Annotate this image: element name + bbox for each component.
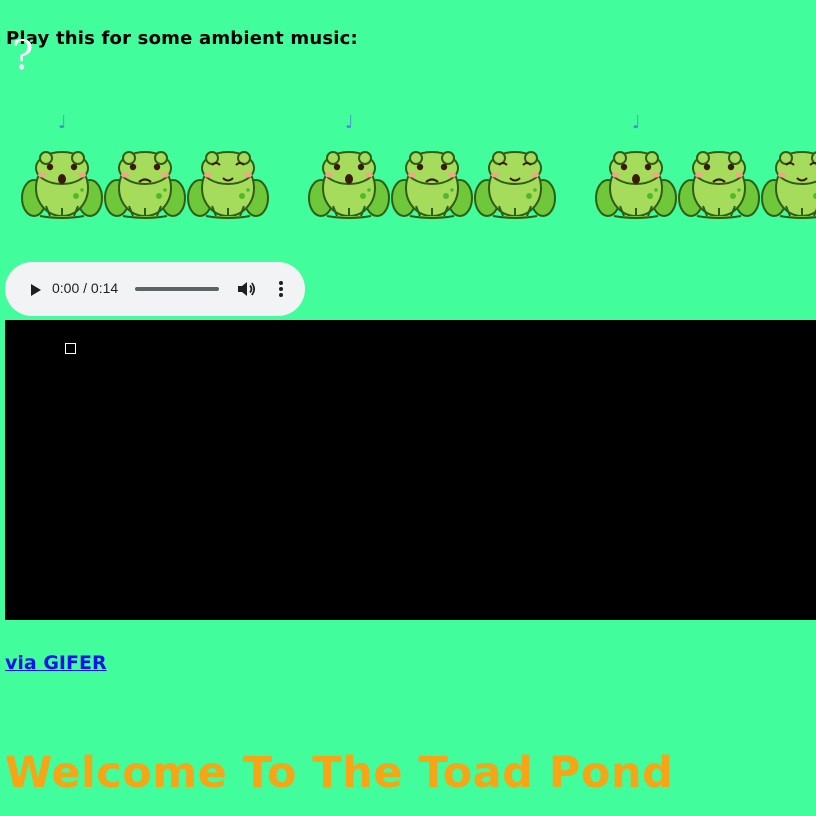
frog-icon (473, 146, 557, 220)
volume-icon[interactable] (235, 278, 257, 300)
frog-icon (20, 146, 104, 220)
gifer-credit-link[interactable]: via GIFER (5, 652, 107, 674)
page: Play this for some ambient music: ? ♩ ♩ … (0, 0, 816, 816)
audio-player[interactable]: 0:00 / 0:14 (5, 262, 305, 316)
video-embed[interactable] (5, 320, 816, 620)
frog-group: ♩ (20, 108, 280, 228)
music-note-icon: ♩ (632, 112, 641, 133)
question-mark-icon: ? (12, 33, 34, 79)
music-note-icon: ♩ (345, 112, 354, 133)
play-icon[interactable] (25, 280, 45, 300)
music-note-icon: ♩ (58, 112, 67, 133)
frog-group: ♩ (307, 108, 567, 228)
time-display: 0:00 / 0:14 (52, 280, 119, 296)
broken-image-icon (65, 343, 76, 354)
frog-icon (186, 146, 270, 220)
frog-icon (677, 146, 761, 220)
frog-group: ♩ (594, 108, 816, 228)
page-heading: Welcome To The Toad Pond (5, 748, 674, 798)
more-options-icon[interactable] (270, 278, 292, 300)
frog-icon (307, 146, 391, 220)
frog-icon (760, 146, 816, 220)
progress-slider[interactable] (135, 287, 219, 291)
intro-text: Play this for some ambient music: (6, 28, 358, 49)
frog-icon (390, 146, 474, 220)
frog-icon (594, 146, 678, 220)
frog-icon (103, 146, 187, 220)
frog-choir-gif: ♩ ♩ ♩ (0, 108, 816, 228)
